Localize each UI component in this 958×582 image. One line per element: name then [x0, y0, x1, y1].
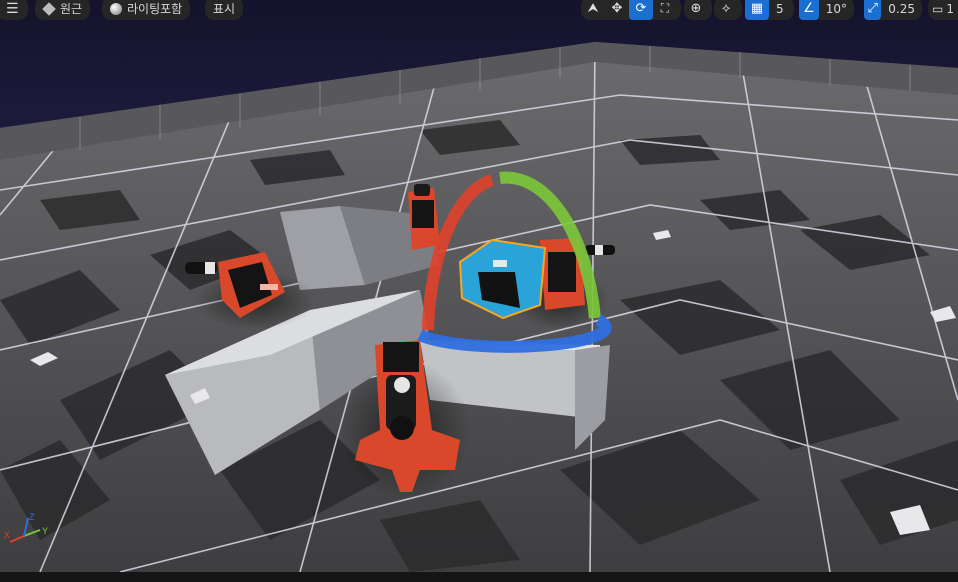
- rotate-tool[interactable]: ⟳: [629, 0, 653, 20]
- angle-icon: ∠: [803, 1, 815, 16]
- lighting-mode-button[interactable]: 라이팅포함: [102, 0, 191, 20]
- surface-snap-toggle[interactable]: ⟡: [714, 0, 742, 20]
- transform-tools: ⮝ ✥ ⟳ ⛶: [581, 0, 681, 20]
- camera-icon: ▭: [932, 1, 944, 16]
- rotate-icon: ⟳: [635, 1, 647, 16]
- move-icon: ✥: [611, 1, 623, 16]
- surface-snap-icon: ⟡: [721, 1, 731, 16]
- axis-y-label: Y: [42, 526, 48, 536]
- grid-snap-control: ▦ 5: [745, 0, 794, 20]
- scale-snap-control: ⤢ 0.25: [864, 0, 922, 20]
- cube-icon: [42, 1, 56, 16]
- axis-x-label: X: [4, 530, 10, 540]
- scale-arrow-icon: ⤢: [867, 1, 878, 16]
- scene-render[interactable]: [0, 0, 958, 572]
- viewport-menu-button[interactable]: ☰: [0, 0, 28, 20]
- show-label: 표시: [213, 2, 236, 16]
- scale-snap-value[interactable]: 0.25: [881, 2, 922, 16]
- world-local-toggle[interactable]: ⊕: [684, 0, 712, 20]
- rotation-snap-control: ∠ 10°: [799, 0, 854, 20]
- axis-indicator: X Y Z: [4, 512, 48, 543]
- show-button[interactable]: 표시: [205, 0, 244, 20]
- lighting-sphere-icon: [110, 2, 122, 15]
- rotation-snap-toggle[interactable]: ∠: [799, 0, 819, 20]
- status-bar: [0, 572, 958, 582]
- hamburger-menu-icon: ☰: [6, 0, 19, 17]
- cursor-icon: ⮝: [587, 1, 599, 16]
- globe-icon: ⊕: [690, 1, 702, 16]
- select-tool[interactable]: ⮝: [581, 0, 605, 20]
- camera-speed-control[interactable]: ▭ 1: [928, 0, 958, 20]
- scale-tool[interactable]: ⛶: [653, 0, 677, 20]
- grid-snap-value[interactable]: 5: [769, 2, 791, 16]
- lighting-label: 라이팅포함: [127, 2, 183, 16]
- axis-z-label: Z: [29, 512, 35, 522]
- grid-icon: ▦: [750, 1, 764, 16]
- perspective-label: 원근: [60, 2, 83, 16]
- translate-tool[interactable]: ✥: [605, 0, 629, 20]
- perspective-button[interactable]: 원근: [35, 0, 91, 20]
- scale-icon: ⛶: [660, 1, 670, 15]
- rotation-snap-value[interactable]: 10°: [819, 2, 854, 16]
- level-viewport[interactable]: X Y Z ☰ 원근 라이팅포함 표시 ⮝ ✥ ⟳ ⛶ ⊕ ⟡ ▦ 5 ∠ 10…: [0, 0, 958, 572]
- scale-snap-toggle[interactable]: ⤢: [864, 0, 882, 20]
- camera-speed-value: 1: [946, 1, 954, 16]
- grid-snap-toggle[interactable]: ▦: [745, 0, 769, 20]
